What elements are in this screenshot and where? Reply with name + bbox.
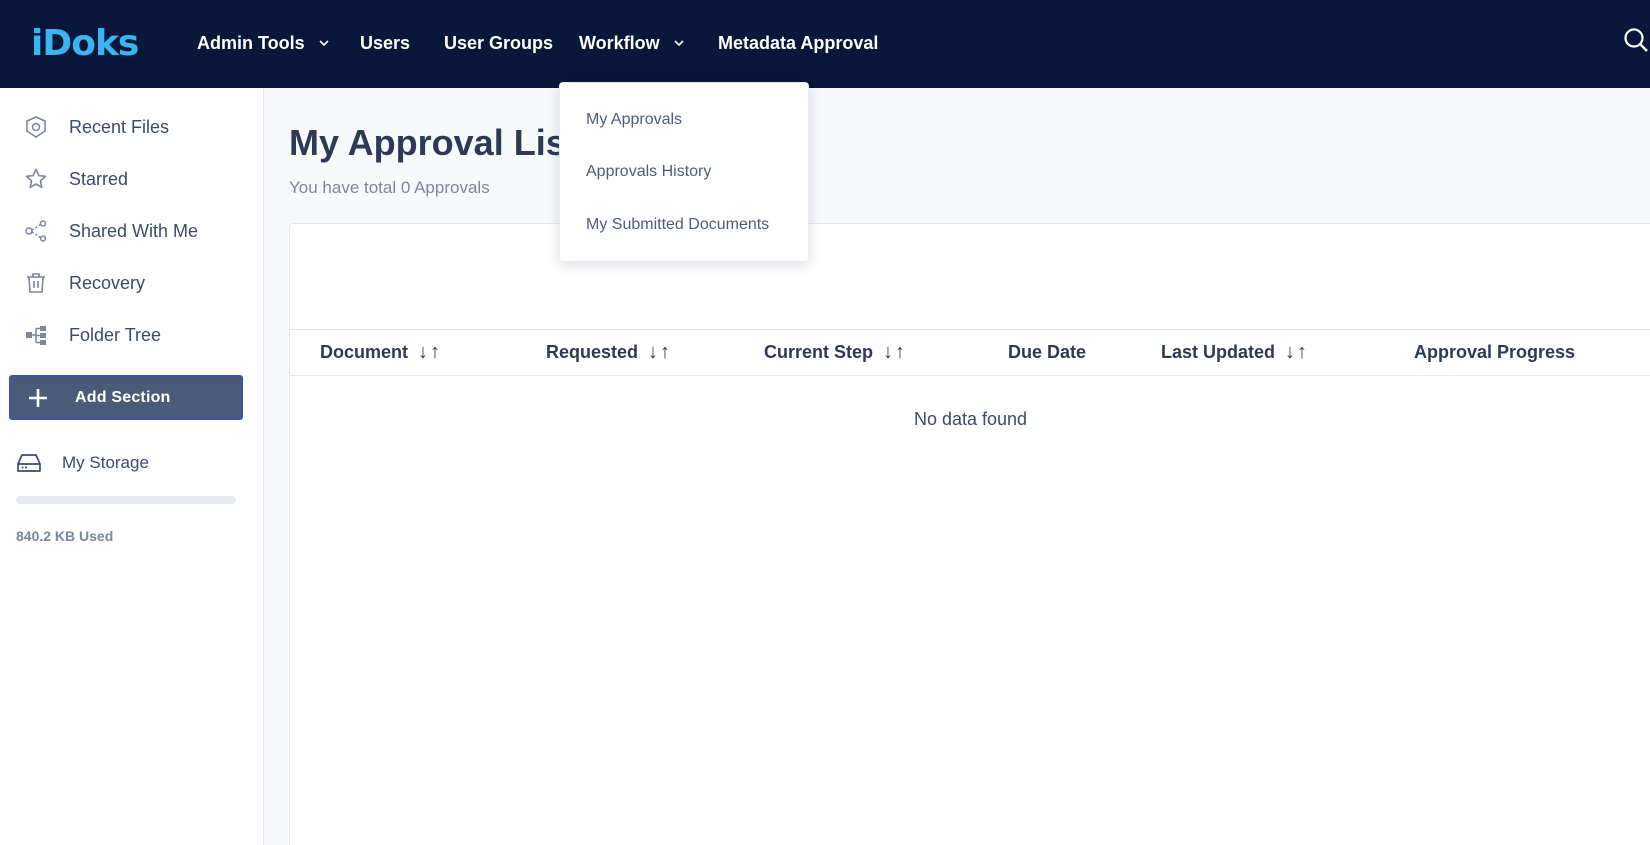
chevron-down-icon (674, 40, 684, 47)
add-section-button[interactable]: Add Section (9, 375, 243, 420)
menu-item-approvals-history[interactable]: Approvals History (586, 163, 711, 181)
nav-metadata-approval[interactable]: Metadata Approval (718, 30, 878, 56)
sort-arrows-icon[interactable]: ↓↑ (418, 341, 442, 364)
sort-arrows-icon[interactable]: ↓↑ (648, 341, 672, 364)
nav-user-groups-label: User Groups (444, 32, 554, 53)
column-header-document: Document ↓↑ (320, 330, 442, 375)
sort-arrows-icon[interactable]: ↓↑ (883, 341, 907, 364)
share-icon (24, 219, 48, 243)
column-header-due-date: Due Date (1008, 330, 1086, 375)
column-header-label: Current Step (764, 342, 874, 362)
approvals-table-card: Document ↓↑ Requested ↓↑ Current Step ↓↑… (289, 223, 1650, 845)
storage-used-text: 840.2 KB Used (16, 528, 114, 544)
sidebar-item-recent-files[interactable]: Recent Files (24, 110, 244, 144)
workflow-dropdown-menu: My Approvals Approvals History My Submit… (559, 82, 809, 262)
top-navbar: iDoks Admin Tools Users User Groups Work… (0, 0, 1650, 88)
plus-icon (29, 388, 47, 407)
add-section-label: Add Section (75, 388, 171, 406)
chevron-down-icon (319, 40, 329, 47)
column-header-last-updated: Last Updated ↓↑ (1161, 330, 1309, 375)
nav-users-label: Users (360, 32, 411, 53)
search-icon[interactable] (1622, 26, 1648, 54)
sidebar-item-label: Recent Files (69, 116, 170, 137)
nav-metadata-approval-label: Metadata Approval (718, 32, 879, 53)
column-header-label: Requested (546, 342, 639, 362)
sort-arrows-icon[interactable]: ↓↑ (1285, 341, 1309, 364)
page-subtitle: You have total 0 Approvals (289, 178, 490, 197)
page-title: My Approval List (289, 122, 578, 163)
table-header: Document ↓↑ Requested ↓↑ Current Step ↓↑… (290, 329, 1650, 376)
sidebar-item-label: Recovery (69, 272, 146, 293)
sidebar-item-shared-with-me[interactable]: Shared With Me (24, 214, 244, 248)
logo-text: iDoks (31, 23, 139, 64)
sidebar-item-starred[interactable]: Starred (24, 162, 244, 196)
nav-admin-tools[interactable]: Admin Tools (197, 30, 331, 56)
hard-drive-icon (17, 454, 41, 472)
column-header-label: Due Date (1008, 342, 1087, 362)
sidebar-item-label: Starred (69, 168, 129, 189)
menu-item-my-submitted-documents[interactable]: My Submitted Documents (586, 216, 769, 234)
nav-admin-tools-label: Admin Tools (197, 32, 305, 53)
sidebar-item-folder-tree[interactable]: Folder Tree (24, 318, 244, 352)
storage-progress-bar (16, 496, 236, 504)
column-header-label: Document (320, 342, 409, 362)
nav-user-groups[interactable]: User Groups (444, 30, 553, 56)
my-storage-label: My Storage (62, 453, 149, 472)
trash-icon (24, 271, 48, 295)
empty-state-message: No data found (913, 409, 1028, 429)
column-header-requested: Requested ↓↑ (546, 330, 672, 375)
nav-workflow[interactable]: Workflow (579, 30, 686, 56)
nav-users[interactable]: Users (360, 30, 410, 56)
folder-tree-icon (24, 323, 48, 347)
recent-files-icon (24, 115, 48, 139)
column-header-label: Approval Progress (1414, 342, 1576, 362)
column-header-label: Last Updated (1161, 342, 1276, 362)
column-header-current-step: Current Step ↓↑ (764, 330, 907, 375)
my-storage[interactable]: My Storage (16, 450, 149, 476)
nav-workflow-label: Workflow (579, 32, 660, 53)
column-header-approval-progress: Approval Progress (1414, 330, 1575, 375)
sidebar-item-recovery[interactable]: Recovery (24, 266, 244, 300)
sidebar-item-label: Folder Tree (69, 324, 162, 345)
star-icon (24, 167, 48, 191)
app-logo[interactable]: iDoks (31, 23, 139, 64)
menu-item-my-approvals[interactable]: My Approvals (586, 111, 682, 129)
sidebar: Recent Files Starred Shared With Me Reco… (0, 88, 264, 845)
sidebar-item-label: Shared With Me (69, 220, 199, 241)
